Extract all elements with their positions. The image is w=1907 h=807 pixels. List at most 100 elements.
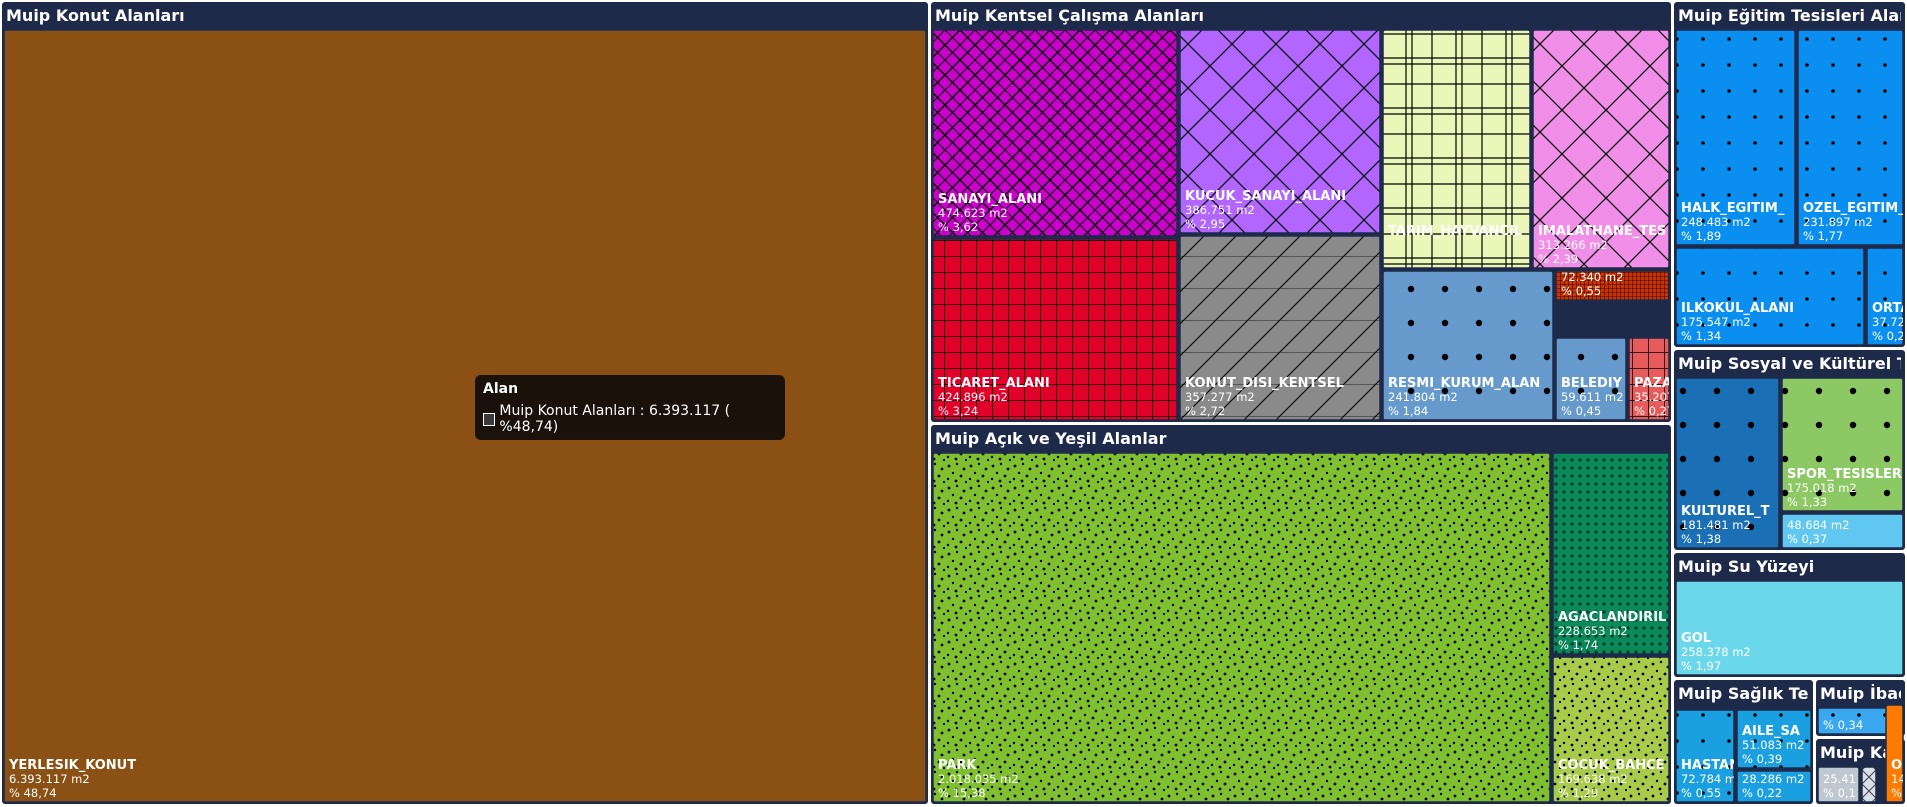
leaf-value: 474.623 m2: [938, 206, 1008, 220]
treemap-leaf[interactable]: % 1,33175.018 m2SPOR_TESISLER: [1781, 377, 1904, 512]
group-title: Muip Eğitim Tesisleri Alanı: [1678, 6, 1907, 25]
leaf-value: 48.684 m2: [1787, 518, 1849, 532]
leaf-name: SPOR_TESISLER: [1787, 467, 1902, 482]
leaf-name: O: [1891, 758, 1902, 773]
treemap-leaf[interactable]: % 0,3748.684 m2: [1781, 513, 1904, 549]
leaf-percent: % 3,24: [938, 404, 978, 418]
treemap-leaf[interactable]: % 1,38181.481 m2KULTUREL_T: [1675, 377, 1780, 549]
leaf-value: 231.897 m2: [1803, 215, 1873, 229]
leaf-name: ILKOKUL_ALANI: [1681, 301, 1794, 316]
leaf-percent: % 0,1: [1823, 786, 1856, 800]
leaf-value: 25.41: [1823, 772, 1856, 786]
treemap-leaf[interactable]: % 15,382.018.035 m2PARK: [932, 452, 1551, 803]
leaf-value: 175.547 m2: [1681, 315, 1751, 329]
treemap-leaf[interactable]: % 1,84241.804 m2RESMI_KURUM_ALAN: [1382, 270, 1554, 421]
leaf-percent: % 1,29: [1558, 786, 1598, 800]
leaf-name: KONUT_DISI_KENTSEL: [1185, 376, 1344, 391]
treemap-group[interactable]: Muip Su Yüzeyi % 1,97258.378 m2GOL: [1674, 553, 1905, 677]
leaf-percent: % 0,2: [1872, 329, 1905, 343]
leaf-percent: % 0,55: [1681, 786, 1721, 800]
treemap-leaf[interactable]: % 0,237.72ORTA: [1866, 247, 1907, 346]
treemap-leaf[interactable]: % 0,2735.207PAZA: [1628, 337, 1674, 421]
leaf-percent: % 1,89: [1681, 229, 1721, 243]
leaf-value: 28.286 m2: [1742, 772, 1804, 786]
treemap-leaf[interactable]: % 1,89248.483 m2HALK_EGITIM_: [1675, 29, 1796, 246]
leaf-value: 258.378 m2: [1681, 645, 1751, 659]
leaf-percent: % 1,97: [1681, 659, 1721, 673]
leaf-pattern: [933, 453, 1550, 802]
treemap-leaf[interactable]: % 1,97258.378 m2GOL: [1675, 580, 1904, 676]
leaf-name: KULTUREL_T: [1681, 504, 1770, 519]
group-title: Muip Konut Alanları: [6, 6, 185, 25]
leaf-value: 72.340 m2: [1561, 270, 1623, 284]
leaf-percent: %: [1891, 786, 1902, 800]
treemap-leaf[interactable]: TARIM_HAYVANCIL: [1382, 29, 1531, 269]
leaf-name: BELEDIY: [1561, 376, 1623, 391]
treemap-leaf[interactable]: [1861, 766, 1877, 803]
leaf-name: TICARET_ALANI: [938, 376, 1050, 391]
treemap-leaf[interactable]: % 1,77231.897 m2OZEL_EGITIM_: [1797, 29, 1905, 246]
treemap-leaf[interactable]: % 3,62474.623 m2SANAYI_ALANI: [932, 29, 1178, 237]
treemap-leaf[interactable]: % 1,29169.638 m2COCUK_BAHCE: [1552, 656, 1670, 803]
treemap-leaf[interactable]: % 2,95386.751 m2KUCUK_SANAYI_ALANI: [1179, 29, 1381, 234]
leaf-percent: % 15,38: [938, 786, 986, 800]
leaf-value: 181.481 m2: [1681, 518, 1751, 532]
leaf-value: 248.483 m2: [1681, 215, 1751, 229]
treemap-group[interactable]: Muip Konut Alanları % 48,746.393.117 m2YE…: [2, 2, 928, 804]
leaf-value: 228.653 m2: [1558, 624, 1628, 638]
leaf-name: PAZA: [1634, 376, 1672, 391]
leaf-name: IMALATHANE_TES: [1538, 224, 1666, 239]
treemap-leaf[interactable]: % 0,4559.611 m2BELEDIY: [1555, 337, 1627, 421]
treemap-leaf[interactable]: % 2,72357.277 m2KONUT_DISI_KENTSEL: [1179, 235, 1381, 421]
leaf-percent: % 0,37: [1787, 532, 1827, 546]
leaf-percent: % 2,72: [1185, 404, 1225, 418]
leaf-percent: % 0,34: [1823, 718, 1863, 732]
leaf-percent: % 0,39: [1742, 752, 1782, 766]
treemap-chart: Muip Konut Alanları % 48,746.393.117 m2YE…: [2, 2, 1907, 804]
leaf-percent: % 0,45: [1561, 404, 1601, 418]
treemap-leaf[interactable]: % 0,3951.083 m2AILE_SA: [1736, 709, 1812, 769]
treemap-group[interactable]: Muip Sosyal ve Kültürel Tes % 1,38181.481…: [1674, 350, 1907, 550]
treemap-leaf[interactable]: %14O: [1885, 704, 1906, 803]
leaf-name: SANAYI_ALANI: [938, 192, 1042, 207]
leaf-value: 424.896 m2: [938, 390, 1008, 404]
treemap-leaf[interactable]: % 1,74228.653 m2AGACLANDIRIL: [1552, 452, 1670, 655]
leaf-name: HALK_EGITIM_: [1681, 201, 1785, 216]
leaf-fill: [4, 30, 926, 802]
tooltip-title: Alan: [483, 381, 519, 397]
treemap-leaf[interactable]: % 0,5572.784 m2HASTAN: [1675, 709, 1743, 803]
group-title: Muip Sağlık Tes: [1678, 684, 1818, 703]
leaf-value: 175.018 m2: [1787, 481, 1857, 495]
leaf-name: RESMI_KURUM_ALAN: [1388, 376, 1540, 391]
leaf-value: 59.611 m2: [1561, 390, 1623, 404]
leaf-name: PARK: [938, 758, 977, 773]
treemap-leaf[interactable]: % 2,39313.266 m2IMALATHANE_TES: [1532, 29, 1670, 269]
leaf-pattern: [1862, 767, 1876, 802]
treemap-leaf[interactable]: % 0,2228.286 m2: [1736, 770, 1812, 803]
leaf-percent: % 2,39: [1538, 252, 1578, 266]
treemap-group[interactable]: Muip Açık ve Yeşil Alanlar % 15,382.018.0…: [931, 425, 1671, 804]
group-title: Muip Su Yüzeyi: [1678, 557, 1814, 576]
treemap-leaf[interactable]: % 1,34175.547 m2ILKOKUL_ALANI: [1675, 247, 1865, 346]
leaf-value: 241.804 m2: [1388, 390, 1458, 404]
tooltip-text: Muip Konut Alanları : 6.393.117 ( %48,74…: [499, 403, 731, 435]
treemap-leaf[interactable]: % 3,24424.896 m2TICARET_ALANI: [932, 238, 1178, 421]
treemap-group[interactable]: Muip Sağlık Tes % 0,5572.784 m2HASTAN% 0,…: [1674, 680, 1818, 804]
leaf-percent: % 0,22: [1742, 786, 1782, 800]
leaf-name: COCUK_BAHCE: [1558, 758, 1665, 773]
leaf-value: 357.277 m2: [1185, 390, 1255, 404]
leaf-value: 313.266 m2: [1538, 238, 1608, 252]
group-title: Muip Açık ve Yeşil Alanlar: [935, 429, 1167, 448]
group-title: Muip Ka: [1820, 743, 1893, 762]
leaf-percent: % 2,95: [1185, 217, 1225, 231]
leaf-percent: % 48,74: [9, 786, 57, 800]
leaf-percent: % 1,74: [1558, 638, 1598, 652]
leaf-percent: % 1,34: [1681, 329, 1721, 343]
leaf-name: HASTAN: [1681, 758, 1740, 773]
treemap-group[interactable]: Muip Kentsel Çalışma Alanları % 3,62474.6…: [931, 2, 1674, 422]
leaf-value: 37.72: [1872, 315, 1905, 329]
treemap-group[interactable]: Muip Eğitim Tesisleri Alanı % 1,89248.483…: [1674, 2, 1907, 347]
treemap-leaf[interactable]: % 0,125.41: [1817, 766, 1860, 803]
leaf-value: 35.207: [1634, 390, 1674, 404]
treemap-leaf[interactable]: % 48,746.393.117 m2YERLESIK_KONUT: [3, 29, 927, 803]
